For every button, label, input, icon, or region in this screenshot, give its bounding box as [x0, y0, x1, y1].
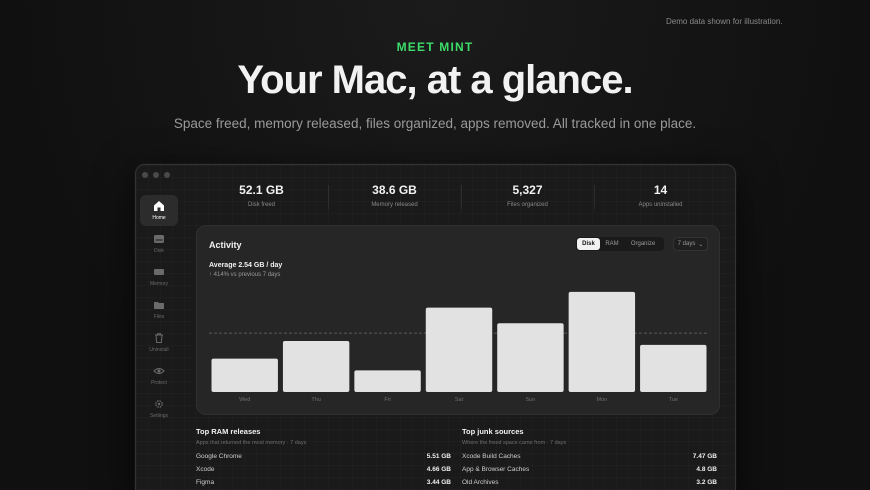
- sidebar-item-label: Protect: [151, 380, 167, 386]
- activity-bar-chart: Wed Thu Fri Sat Sun Mon Tue: [209, 291, 709, 403]
- list-item-value: 3.44 GB: [426, 479, 451, 486]
- sidebar-item-label: Files: [153, 314, 165, 320]
- page-subline: Space freed, memory released, files orga…: [173, 116, 697, 131]
- list-item-name: Xcode Build Caches: [462, 453, 521, 460]
- sidebar-item-label: Uninstall: [149, 347, 169, 353]
- sidebar-item-memory[interactable]: Memory: [140, 261, 178, 292]
- sidebar-item-protect[interactable]: Protect: [140, 360, 178, 391]
- app-window: Home Disk Memory Files Uninstall Protect…: [135, 164, 736, 490]
- stat-files-organized: 5,327 Files organized: [461, 183, 594, 213]
- folder-icon: [154, 302, 164, 309]
- list-title: Top RAM releases: [196, 427, 261, 436]
- chart-bar-sat[interactable]: [425, 307, 493, 392]
- sidebar-item-home[interactable]: Home: [140, 195, 178, 226]
- list-item-name: Old Archives: [462, 479, 499, 486]
- page-headline: Your Mac, at a glance.: [237, 58, 633, 102]
- demo-note: Demo data shown for illustration.: [666, 17, 783, 26]
- list-item[interactable]: Xcode Build Caches 7.47 GB: [462, 450, 717, 463]
- chart-bar-fri[interactable]: [354, 370, 421, 392]
- sidebar-item-uninstall[interactable]: Uninstall: [140, 327, 178, 358]
- activity-card: Activity Disk RAM Organize 7 days ⌄ Aver…: [196, 225, 720, 415]
- list-subtitle: Where the freed space came from · 7 days: [462, 440, 567, 446]
- stat-apps-uninstalled: 14 Apps uninstalled: [594, 183, 727, 213]
- list-item-name: Figma: [196, 479, 215, 486]
- list-item-name: App & Browser Caches: [462, 466, 530, 473]
- x-tick-label: Mon: [597, 397, 608, 403]
- sidebar-item-label: Settings: [149, 413, 169, 419]
- sidebar-item-label: Home: [152, 215, 166, 221]
- junk-sources-list: Top junk sources Where the freed space c…: [462, 427, 717, 489]
- list-item[interactable]: Google Chrome 5.51 GB: [196, 450, 451, 463]
- sidebar-item-label: Disk: [154, 248, 164, 254]
- list-item-value: 3.2 GB: [696, 479, 717, 486]
- x-tick-label: Tue: [669, 397, 678, 403]
- list-item-name: Google Chrome: [196, 453, 242, 460]
- stat-label: Memory released: [371, 202, 418, 208]
- close-window-button[interactable]: [142, 172, 148, 178]
- sidebar-item-label: Memory: [149, 281, 169, 287]
- stat-disk-freed: 52.1 GB Disk freed: [195, 183, 328, 213]
- disk-icon: [154, 235, 164, 243]
- list-item[interactable]: Old Archives 3.2 GB: [462, 476, 717, 489]
- stats-row: 52.1 GB Disk freed 38.6 GB Memory releas…: [195, 183, 727, 213]
- list-item-value: 4.66 GB: [426, 466, 451, 473]
- chart-bar-thu[interactable]: [282, 340, 350, 392]
- list-item-value: 4.8 GB: [696, 466, 717, 473]
- list-item-name: Xcode: [196, 466, 215, 473]
- sidebar-item-files[interactable]: Files: [140, 294, 178, 325]
- stat-value: 52.1 GB: [239, 183, 284, 197]
- list-title: Top junk sources: [462, 427, 524, 436]
- home-icon: [154, 201, 164, 211]
- chart-bar-sun[interactable]: [497, 323, 564, 392]
- x-tick-label: Sat: [455, 397, 464, 403]
- gear-icon: [155, 400, 163, 408]
- chart-bar-wed[interactable]: [211, 358, 278, 392]
- ram-releases-list: Top RAM releases Apps that returned the …: [196, 427, 451, 489]
- eye-icon: [153, 368, 165, 374]
- window-controls: [142, 172, 170, 178]
- x-tick-label: Sun: [526, 397, 536, 403]
- list-subtitle: Apps that returned the most memory · 7 d…: [196, 440, 307, 446]
- chart-bar-mon[interactable]: [568, 291, 636, 392]
- list-item[interactable]: Figma 3.44 GB: [196, 476, 451, 489]
- list-item[interactable]: App & Browser Caches 4.8 GB: [462, 463, 717, 476]
- eyebrow-label: MEET MINT: [396, 40, 474, 54]
- stat-memory-released: 38.6 GB Memory released: [328, 183, 461, 213]
- stat-label: Files organized: [507, 202, 548, 208]
- list-item-value: 7.47 GB: [692, 453, 717, 460]
- zoom-window-button[interactable]: [164, 172, 170, 178]
- memory-icon: [154, 269, 164, 275]
- stat-value: 38.6 GB: [372, 183, 417, 197]
- list-item-value: 5.51 GB: [426, 453, 451, 460]
- trash-icon: [155, 333, 163, 343]
- list-item[interactable]: Xcode 4.66 GB: [196, 463, 451, 476]
- stat-label: Apps uninstalled: [638, 202, 683, 208]
- x-tick-label: Fri: [384, 397, 390, 403]
- sidebar-item-disk[interactable]: Disk: [140, 228, 178, 259]
- x-tick-label: Wed: [239, 397, 250, 403]
- sidebar-item-settings[interactable]: Settings: [140, 393, 178, 424]
- x-tick-label: Thu: [311, 397, 320, 403]
- stat-value: 5,327: [512, 183, 543, 197]
- stat-label: Disk freed: [247, 202, 275, 208]
- chart-bar-tue[interactable]: [640, 344, 707, 392]
- stat-value: 14: [653, 183, 668, 197]
- minimize-window-button[interactable]: [153, 172, 159, 178]
